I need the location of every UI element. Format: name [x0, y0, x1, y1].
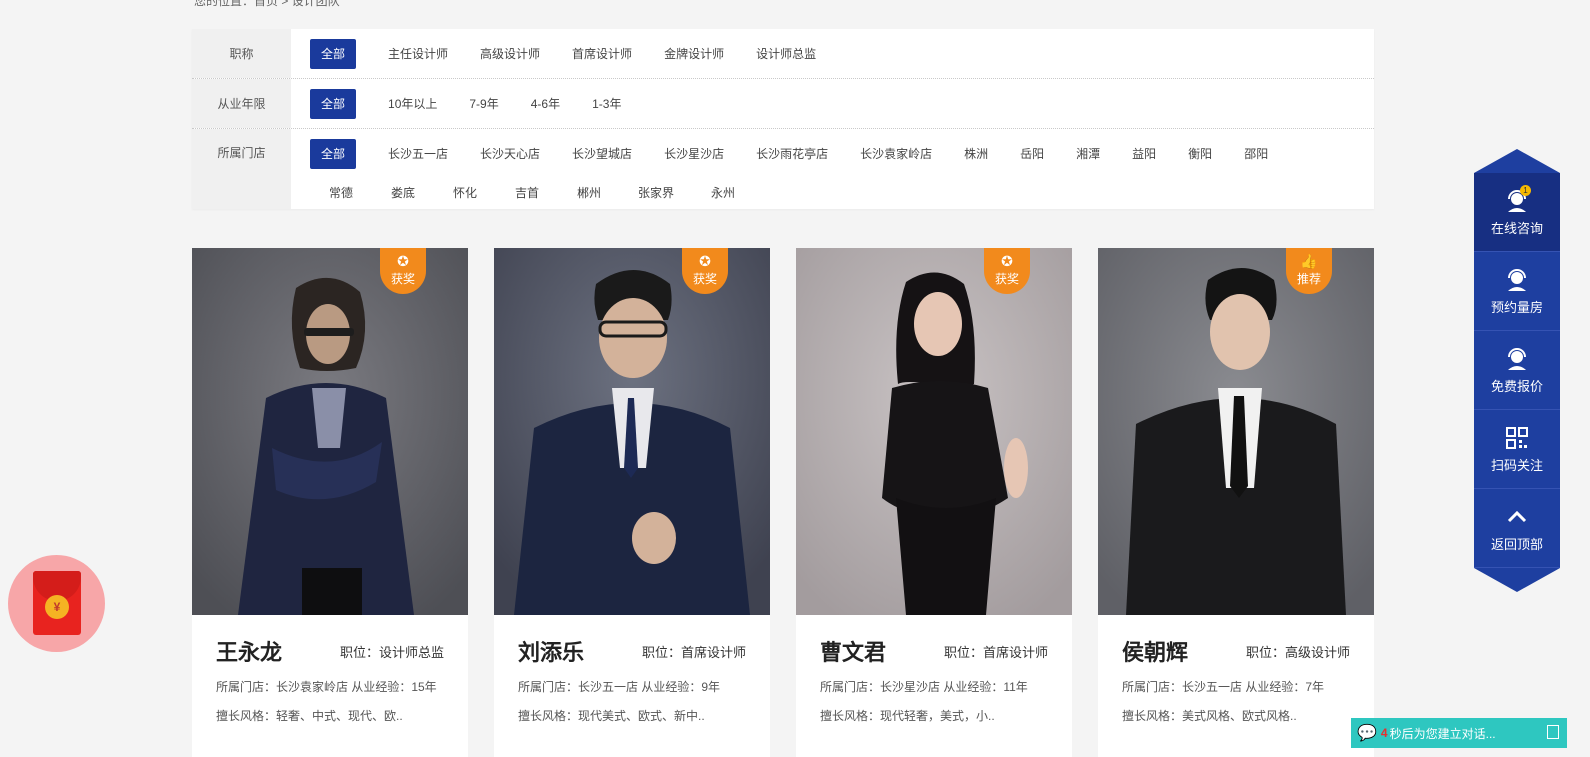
- filter-option[interactable]: 10年以上: [388, 89, 437, 119]
- sidebar-top-cap: [1474, 149, 1560, 173]
- designer-name[interactable]: 侯朝辉: [1122, 635, 1188, 667]
- designer-photo-image: [796, 248, 1072, 615]
- red-envelope-icon: ¥: [33, 571, 81, 635]
- designer-style: 擅长风格：美式风格、欧式风格..: [1122, 709, 1297, 723]
- designer-card[interactable]: 👍 推荐 侯朝辉 职位：高级设计师 所属门店：长沙五一店 从业经验：7年 擅长风格…: [1098, 248, 1374, 757]
- filter-option[interactable]: 主任设计师: [388, 39, 448, 69]
- filter-option[interactable]: 郴州: [558, 178, 620, 208]
- chat-countdown: 4: [1380, 726, 1388, 740]
- designer-style: 擅长风格：现代轻奢，美式，小..: [820, 709, 995, 723]
- filter-option[interactable]: 常德: [310, 178, 372, 208]
- medal-icon: ✪: [397, 253, 409, 269]
- filter-option[interactable]: 金牌设计师: [664, 39, 724, 69]
- chat-bar[interactable]: 💬 4 秒后为您建立对话...: [1351, 718, 1567, 748]
- filter-option[interactable]: 设计师总监: [756, 39, 816, 69]
- filter-option[interactable]: 益阳: [1132, 139, 1156, 169]
- chat-bubble-icon: 💬: [1357, 725, 1377, 742]
- filter-label-title: 职称: [192, 29, 291, 78]
- filter-option[interactable]: 长沙星沙店: [664, 139, 724, 169]
- filter-option[interactable]: 衡阳: [1188, 139, 1212, 169]
- book-measurement-button[interactable]: 预约量房: [1474, 252, 1560, 331]
- designer-store-experience: 所属门店：长沙五一店 从业经验：7年: [1122, 680, 1325, 694]
- designer-style: 擅长风格：轻奢、中式、现代、欧..: [216, 709, 403, 723]
- filter-option[interactable]: 吉首: [496, 178, 558, 208]
- filter-row-title: 职称 全部 主任设计师 高级设计师 首席设计师 金牌设计师 设计师总监: [192, 29, 1374, 79]
- headset-icon: [1508, 348, 1526, 370]
- award-badge: ✪ 获奖: [984, 248, 1030, 294]
- filter-option[interactable]: 高级设计师: [480, 39, 540, 69]
- recommend-badge: 👍 推荐: [1286, 248, 1332, 294]
- back-to-top-button[interactable]: 返回顶部: [1474, 489, 1560, 568]
- qr-code-icon: [1506, 427, 1528, 449]
- designer-style: 擅长风格：现代美式、欧式、新中..: [518, 709, 705, 723]
- red-packet-button[interactable]: ¥: [8, 555, 105, 652]
- filter-option[interactable]: 邵阳: [1244, 139, 1268, 169]
- filter-options-row2: 常德 娄底 怀化 吉首 郴州 张家界 永州: [310, 178, 754, 208]
- designer-store-experience: 所属门店：长沙袁家岭店 从业经验：15年: [216, 680, 437, 694]
- sidebar-bottom-cap: [1474, 568, 1560, 592]
- filter-option[interactable]: 长沙望城店: [572, 139, 632, 169]
- designer-position: 职位：设计师总监: [339, 644, 444, 660]
- filter-option[interactable]: 长沙袁家岭店: [860, 139, 932, 169]
- designer-card[interactable]: ✪ 获奖 刘添乐 职位：首席设计师 所属门店：长沙五一店 从业经验：9年 擅长风格…: [494, 248, 770, 757]
- designer-position: 职位：高级设计师: [1245, 644, 1350, 660]
- thumbs-up-icon: 👍: [1300, 253, 1318, 269]
- free-quote-button[interactable]: 免费报价: [1474, 331, 1560, 410]
- filter-option[interactable]: 怀化: [434, 178, 496, 208]
- filter-option[interactable]: 湘潭: [1076, 139, 1100, 169]
- designer-store-experience: 所属门店：长沙五一店 从业经验：9年: [518, 680, 721, 694]
- filter-option[interactable]: 长沙五一店: [388, 139, 448, 169]
- designer-photo-image: [494, 248, 770, 615]
- filter-option[interactable]: 4-6年: [531, 89, 560, 119]
- filter-option[interactable]: 7-9年: [469, 89, 498, 119]
- filter-option[interactable]: 永州: [692, 178, 754, 208]
- designer-photo[interactable]: ✪ 获奖: [494, 248, 770, 615]
- designer-photo[interactable]: 👍 推荐: [1098, 248, 1374, 615]
- filter-option[interactable]: 长沙雨花亭店: [756, 139, 828, 169]
- filter-option[interactable]: 娄底: [372, 178, 434, 208]
- scan-follow-button[interactable]: 扫码关注: [1474, 410, 1560, 489]
- designer-name[interactable]: 刘添乐: [518, 635, 584, 667]
- designer-photo[interactable]: ✪ 获奖: [192, 248, 468, 615]
- filter-panel: 职称 全部 主任设计师 高级设计师 首席设计师 金牌设计师 设计师总监 从业年限…: [192, 29, 1374, 209]
- filter-option-all[interactable]: 全部: [310, 139, 357, 169]
- medal-icon: ✪: [1001, 253, 1013, 269]
- headset-icon: [1508, 269, 1526, 291]
- notification-badge: 1: [1520, 185, 1531, 196]
- online-consult-button[interactable]: 1 在线咨询: [1474, 173, 1560, 252]
- designer-name[interactable]: 王永龙: [216, 635, 282, 667]
- designer-store-experience: 所属门店：长沙星沙店 从业经验：11年: [820, 680, 1028, 694]
- maximize-icon[interactable]: [1547, 725, 1559, 739]
- filter-row-years: 从业年限 全部 10年以上 7-9年 4-6年 1-3年: [192, 79, 1374, 129]
- filter-option[interactable]: 1-3年: [592, 89, 621, 119]
- designer-name[interactable]: 曹文君: [820, 635, 886, 667]
- filter-option[interactable]: 岳阳: [1020, 139, 1044, 169]
- designer-photo[interactable]: ✪ 获奖: [796, 248, 1072, 615]
- designer-card[interactable]: ✪ 获奖 王永龙 职位：设计师总监 所属门店：长沙袁家岭店 从业经验：15年 擅长…: [192, 248, 468, 757]
- breadcrumb: 您的位置：首页 > 设计团队: [194, 0, 340, 8]
- filter-label-store: 所属门店: [192, 129, 291, 209]
- designer-position: 职位：首席设计师: [943, 644, 1048, 660]
- medal-icon: ✪: [699, 253, 711, 269]
- award-badge: ✪ 获奖: [380, 248, 426, 294]
- designer-photo-image: [192, 248, 468, 615]
- chevron-up-icon: [1507, 510, 1527, 523]
- designer-position: 职位：首席设计师: [641, 644, 746, 660]
- filter-option-all[interactable]: 全部: [310, 38, 357, 69]
- chat-text: 秒后为您建立对话...: [1389, 726, 1496, 741]
- designer-card[interactable]: ✪ 获奖 曹文君 职位：首席设计师 所属门店：长沙星沙店 从业经验：11年 擅长风…: [796, 248, 1072, 757]
- floating-sidebar: 1 在线咨询 预约量房 免费报价 扫码关注 返回顶部: [1474, 149, 1560, 592]
- filter-option[interactable]: 张家界: [620, 178, 692, 208]
- filter-row-store: 所属门店 全部 长沙五一店 长沙天心店 长沙望城店 长沙星沙店 长沙雨花亭店 长…: [192, 129, 1374, 209]
- designer-photo-image: [1098, 248, 1374, 615]
- filter-label-years: 从业年限: [192, 79, 291, 128]
- filter-option-all[interactable]: 全部: [310, 88, 357, 119]
- filter-option[interactable]: 长沙天心店: [480, 139, 540, 169]
- filter-option[interactable]: 首席设计师: [572, 39, 632, 69]
- coin-icon: ¥: [45, 595, 69, 619]
- filter-option[interactable]: 株洲: [964, 139, 988, 169]
- award-badge: ✪ 获奖: [682, 248, 728, 294]
